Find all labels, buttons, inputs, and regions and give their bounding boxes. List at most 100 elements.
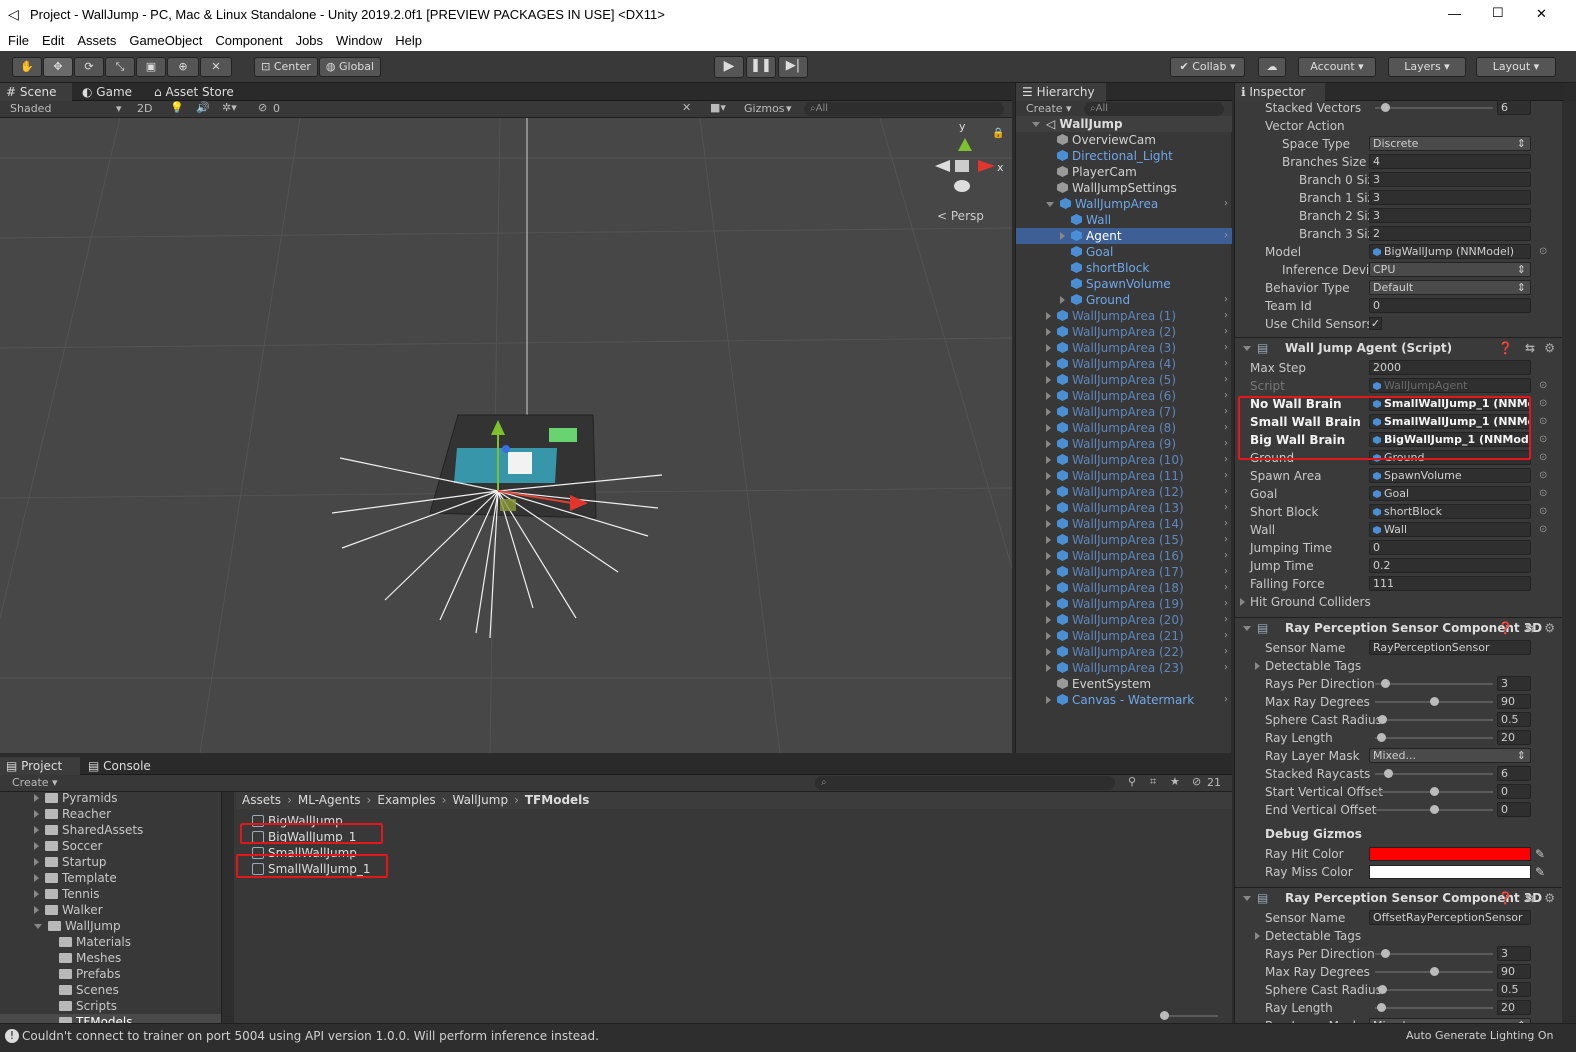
- hierarchy-item[interactable]: WallJumpArea (15) ›: [1016, 532, 1232, 548]
- value-field[interactable]: 20: [1497, 1000, 1531, 1015]
- hierarchy-item[interactable]: Wall: [1016, 212, 1232, 228]
- breadcrumb-item[interactable]: ML-Agents: [298, 793, 361, 807]
- value-field[interactable]: 3: [1497, 946, 1531, 961]
- hierarchy-item[interactable]: WallJumpArea (5) ›: [1016, 372, 1232, 388]
- camera-icon[interactable]: ■▾: [710, 101, 726, 114]
- chevron-right-icon[interactable]: ›: [1224, 468, 1228, 484]
- value-field[interactable]: 2: [1369, 226, 1531, 241]
- hierarchy-item[interactable]: Ground ›: [1016, 292, 1232, 308]
- object-field[interactable]: shortBlock: [1369, 504, 1531, 519]
- expand-arrow-icon[interactable]: [1046, 488, 1051, 496]
- folder-tree-item[interactable]: Scripts: [0, 998, 221, 1014]
- value-field[interactable]: 0.5: [1497, 982, 1531, 997]
- expand-arrow-icon[interactable]: [1046, 328, 1051, 336]
- step-button[interactable]: ▶|: [778, 56, 808, 78]
- hand-tool-icon[interactable]: ✋: [12, 57, 42, 77]
- object-field[interactable]: SpawnVolume: [1369, 468, 1531, 483]
- expand-arrow-icon[interactable]: [1046, 440, 1051, 448]
- hierarchy-item[interactable]: WallJumpArea ›: [1016, 196, 1232, 212]
- preset-icon[interactable]: ⇆: [1525, 338, 1535, 358]
- breadcrumb-item[interactable]: Assets: [242, 793, 281, 807]
- transform-tool-icon[interactable]: ⊕: [167, 57, 199, 77]
- hierarchy-item[interactable]: WallJumpArea (8) ›: [1016, 420, 1232, 436]
- expand-arrow-icon[interactable]: [1046, 696, 1051, 704]
- expand-arrow-icon[interactable]: [1046, 392, 1051, 400]
- value-field[interactable]: 3: [1497, 676, 1531, 691]
- slider-track[interactable]: [1375, 805, 1493, 814]
- object-picker-icon[interactable]: ⊙: [1539, 243, 1547, 261]
- chevron-right-icon[interactable]: ›: [1224, 452, 1228, 468]
- tab-project[interactable]: ▤ Project: [0, 757, 80, 775]
- chevron-right-icon[interactable]: ›: [1224, 356, 1228, 372]
- inspector-scrollbar[interactable]: [1562, 101, 1576, 1023]
- object-field[interactable]: Wall: [1369, 522, 1531, 537]
- pause-button[interactable]: ❚❚: [746, 56, 776, 78]
- eyedropper-icon[interactable]: ✎: [1535, 845, 1545, 863]
- chevron-right-icon[interactable]: ›: [1224, 436, 1228, 452]
- hidden-packages-icon[interactable]: ⊘: [1192, 775, 1201, 788]
- slider-knob[interactable]: [1384, 769, 1393, 778]
- expand-arrow-icon[interactable]: [1046, 344, 1051, 352]
- expand-arrow-icon[interactable]: [1046, 312, 1051, 320]
- breadcrumb-item[interactable]: Examples: [377, 793, 435, 807]
- object-picker-icon[interactable]: ⊙: [1539, 413, 1547, 431]
- hierarchy-item[interactable]: WallJumpSettings: [1016, 180, 1232, 196]
- chevron-right-icon[interactable]: ›: [1224, 580, 1228, 596]
- folder-tree-item[interactable]: Walker: [0, 902, 221, 918]
- hierarchy-item[interactable]: WallJumpArea (13) ›: [1016, 500, 1232, 516]
- scale-tool-icon[interactable]: ⤡: [105, 57, 135, 77]
- hierarchy-item[interactable]: WallJumpArea (18) ›: [1016, 580, 1232, 596]
- value-field[interactable]: 2000: [1369, 360, 1531, 375]
- foldout-arrow-icon[interactable]: [1243, 896, 1251, 901]
- color-swatch[interactable]: [1369, 865, 1531, 879]
- slider-knob[interactable]: [1378, 985, 1387, 994]
- hierarchy-item[interactable]: WallJumpArea (4) ›: [1016, 356, 1232, 372]
- hierarchy-item[interactable]: WallJumpArea (19) ›: [1016, 596, 1232, 612]
- hierarchy-item[interactable]: WallJumpArea (10) ›: [1016, 452, 1232, 468]
- expand-arrow-icon[interactable]: [1046, 202, 1054, 207]
- chevron-right-icon[interactable]: ›: [1224, 564, 1228, 580]
- menu-jobs[interactable]: Jobs: [296, 33, 323, 48]
- value-field[interactable]: 0: [1497, 802, 1531, 817]
- value-field[interactable]: 20: [1497, 730, 1531, 745]
- color-swatch[interactable]: [1369, 847, 1531, 861]
- expand-arrow-icon[interactable]: [1046, 520, 1051, 528]
- expand-arrow-icon[interactable]: [1046, 552, 1051, 560]
- scene-viewport[interactable]: y x < Persp 🔒: [0, 118, 1012, 753]
- expand-arrow-icon[interactable]: [1046, 360, 1051, 368]
- hierarchy-item[interactable]: WallJumpArea (6) ›: [1016, 388, 1232, 404]
- favorite-star-icon[interactable]: ★: [1170, 775, 1180, 788]
- slider-track[interactable]: [1375, 679, 1493, 688]
- object-field[interactable]: Goal: [1369, 486, 1531, 501]
- slider-knob[interactable]: [1430, 805, 1439, 814]
- effects-toggle-icon[interactable]: ✲▾: [222, 101, 237, 114]
- foldout-arrow-icon[interactable]: [1255, 932, 1260, 940]
- expand-arrow-icon[interactable]: [1046, 568, 1051, 576]
- breadcrumb-item[interactable]: TFModels: [525, 793, 590, 807]
- layout-dropdown[interactable]: Layout ▾: [1476, 57, 1556, 77]
- account-dropdown[interactable]: Account ▾: [1298, 57, 1376, 77]
- expand-arrow-icon[interactable]: [1046, 600, 1051, 608]
- dropdown-field[interactable]: Discrete ⇕: [1369, 136, 1531, 151]
- value-field[interactable]: 90: [1497, 964, 1531, 979]
- pivot-center-button[interactable]: ⊡ Center: [254, 57, 318, 77]
- folder-tree-item[interactable]: Meshes: [0, 950, 221, 966]
- hierarchy-item[interactable]: Canvas - Watermark ›: [1016, 692, 1232, 708]
- hierarchy-item[interactable]: WallJumpArea (23) ›: [1016, 660, 1232, 676]
- play-button[interactable]: ▶: [714, 56, 744, 78]
- expand-arrow-icon[interactable]: [1046, 632, 1051, 640]
- expand-arrow-icon[interactable]: [34, 924, 42, 929]
- chevron-right-icon[interactable]: ›: [1224, 628, 1228, 644]
- object-picker-icon[interactable]: ⊙: [1539, 485, 1547, 503]
- gear-icon[interactable]: ⚙: [1544, 888, 1555, 908]
- lock-icon[interactable]: 🔒: [992, 127, 1004, 139]
- value-field[interactable]: 0.5: [1497, 712, 1531, 727]
- chevron-right-icon[interactable]: ›: [1224, 484, 1228, 500]
- value-field[interactable]: 111: [1369, 576, 1531, 591]
- value-field[interactable]: 0: [1369, 298, 1531, 313]
- hierarchy-item[interactable]: WallJumpArea (7) ›: [1016, 404, 1232, 420]
- hierarchy-item[interactable]: WallJumpArea (16) ›: [1016, 548, 1232, 564]
- value-field[interactable]: 4: [1369, 154, 1531, 169]
- expand-arrow-icon[interactable]: [1046, 504, 1051, 512]
- expand-arrow-icon[interactable]: [34, 906, 39, 914]
